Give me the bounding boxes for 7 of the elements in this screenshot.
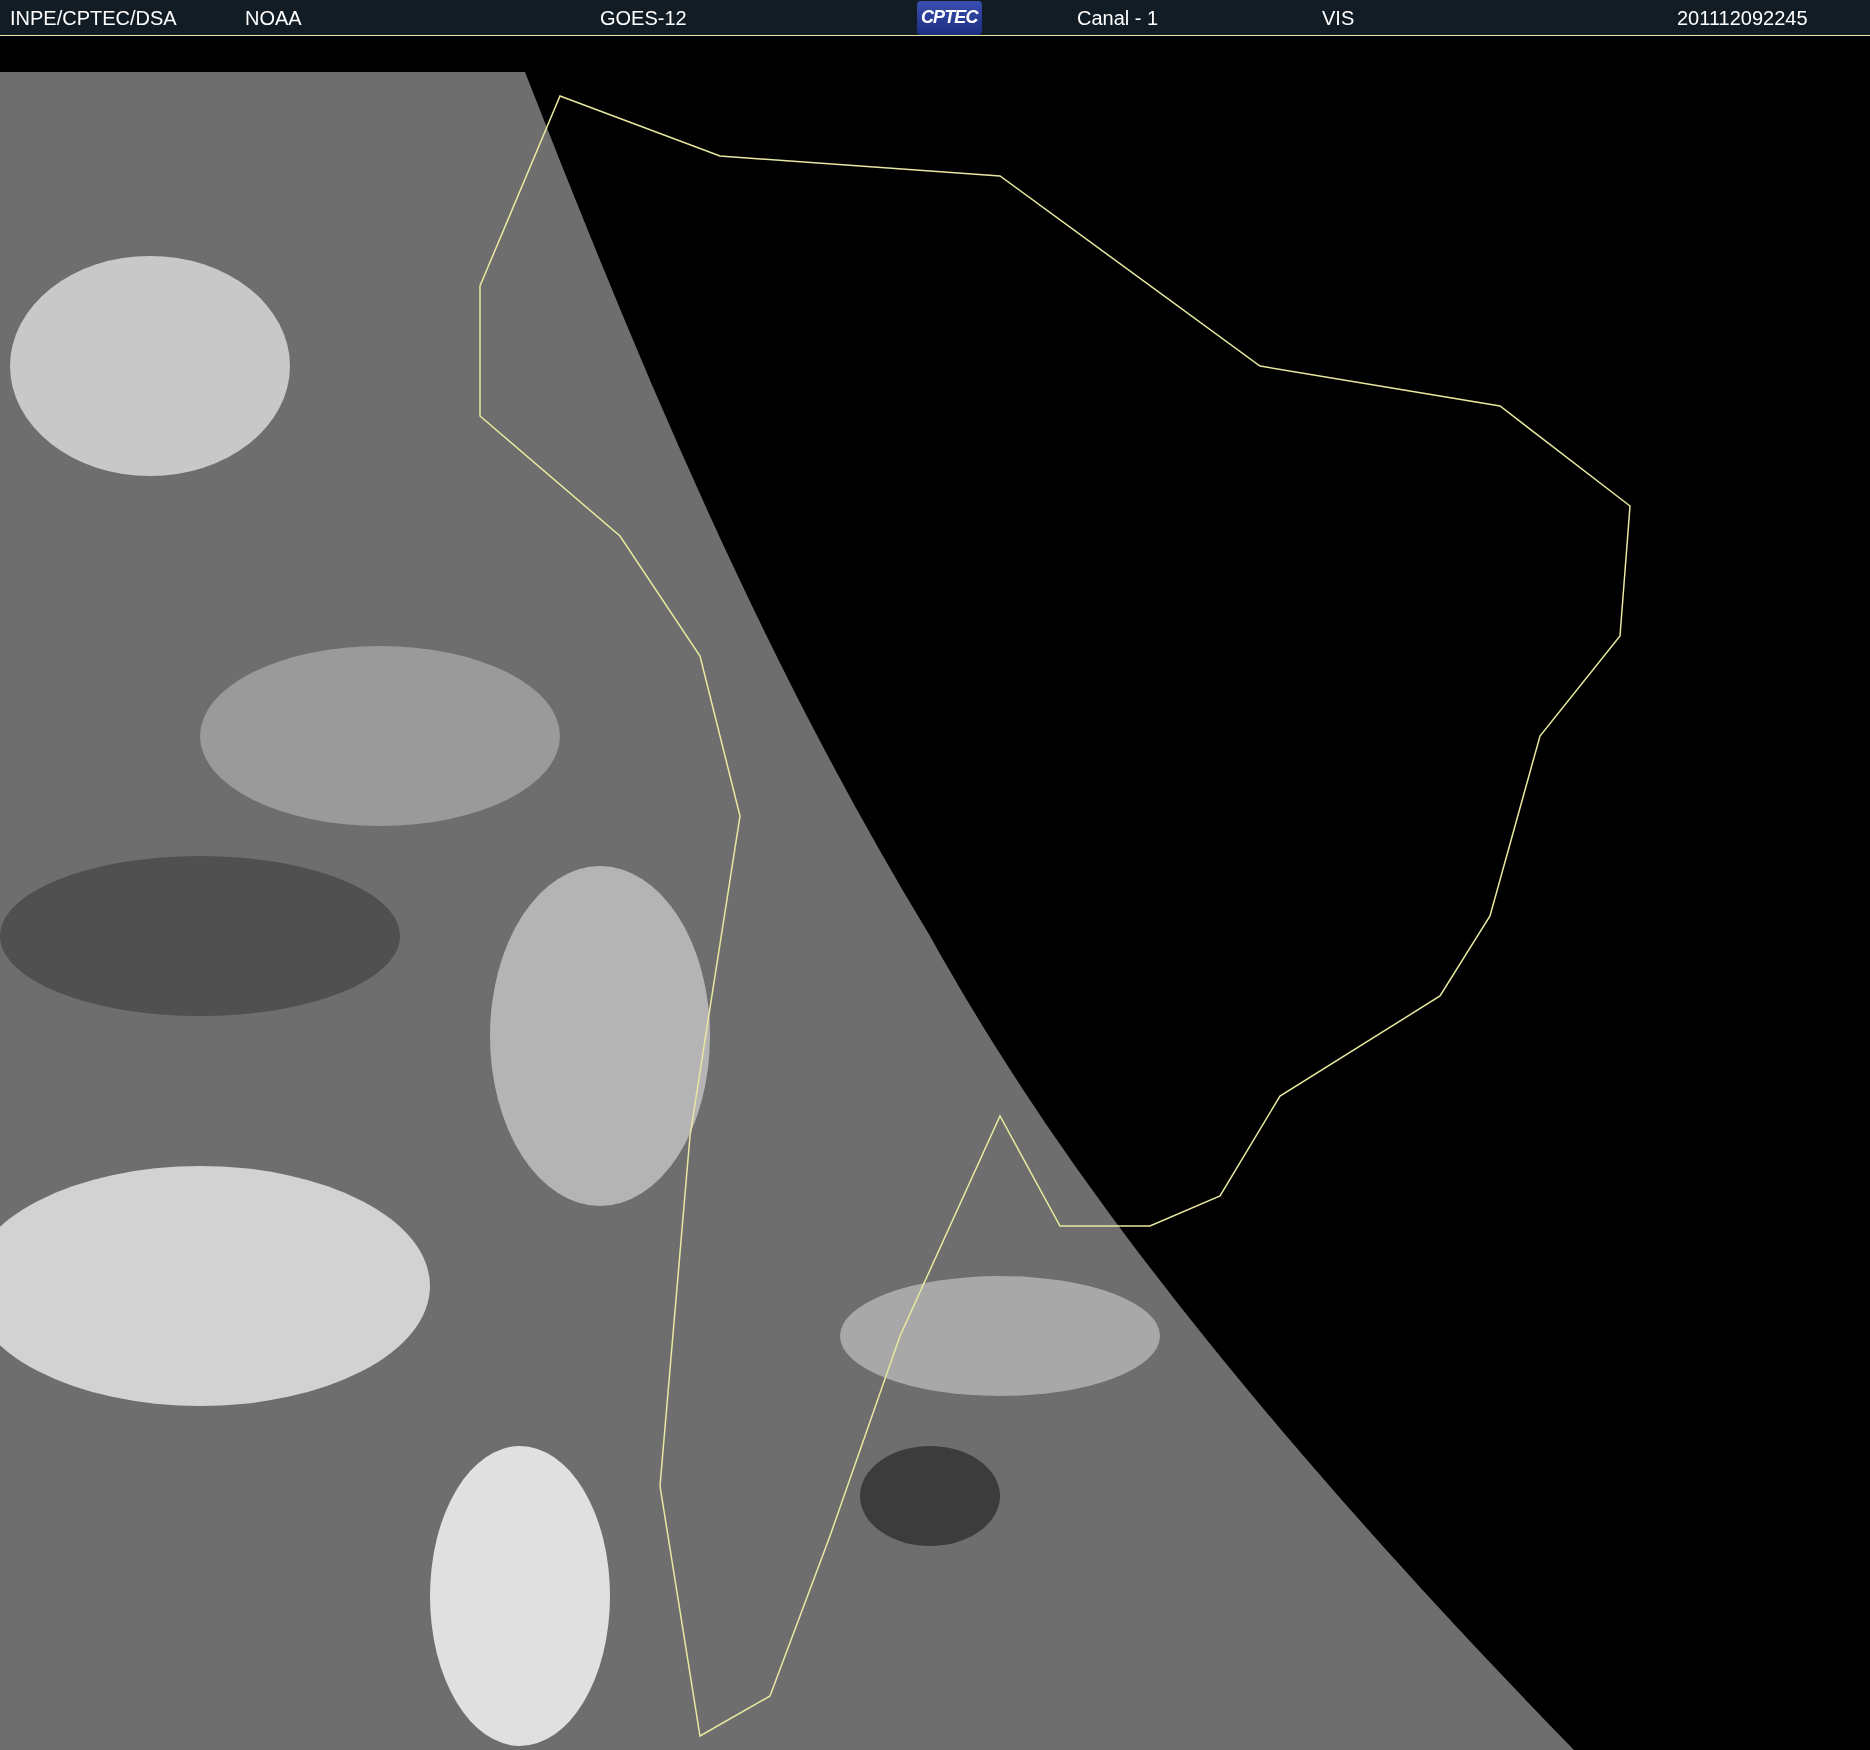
header-label: INPE/CPTEC/DSA [10,7,177,28]
header-label: GOES-12 [600,7,687,28]
header-label: NOAA [245,7,302,28]
header-label: VIS [1322,7,1355,28]
logo: CPTEC [917,0,982,35]
header-label: Canal - 1 [1077,7,1159,28]
header-label: 201112092245 [1677,7,1808,28]
